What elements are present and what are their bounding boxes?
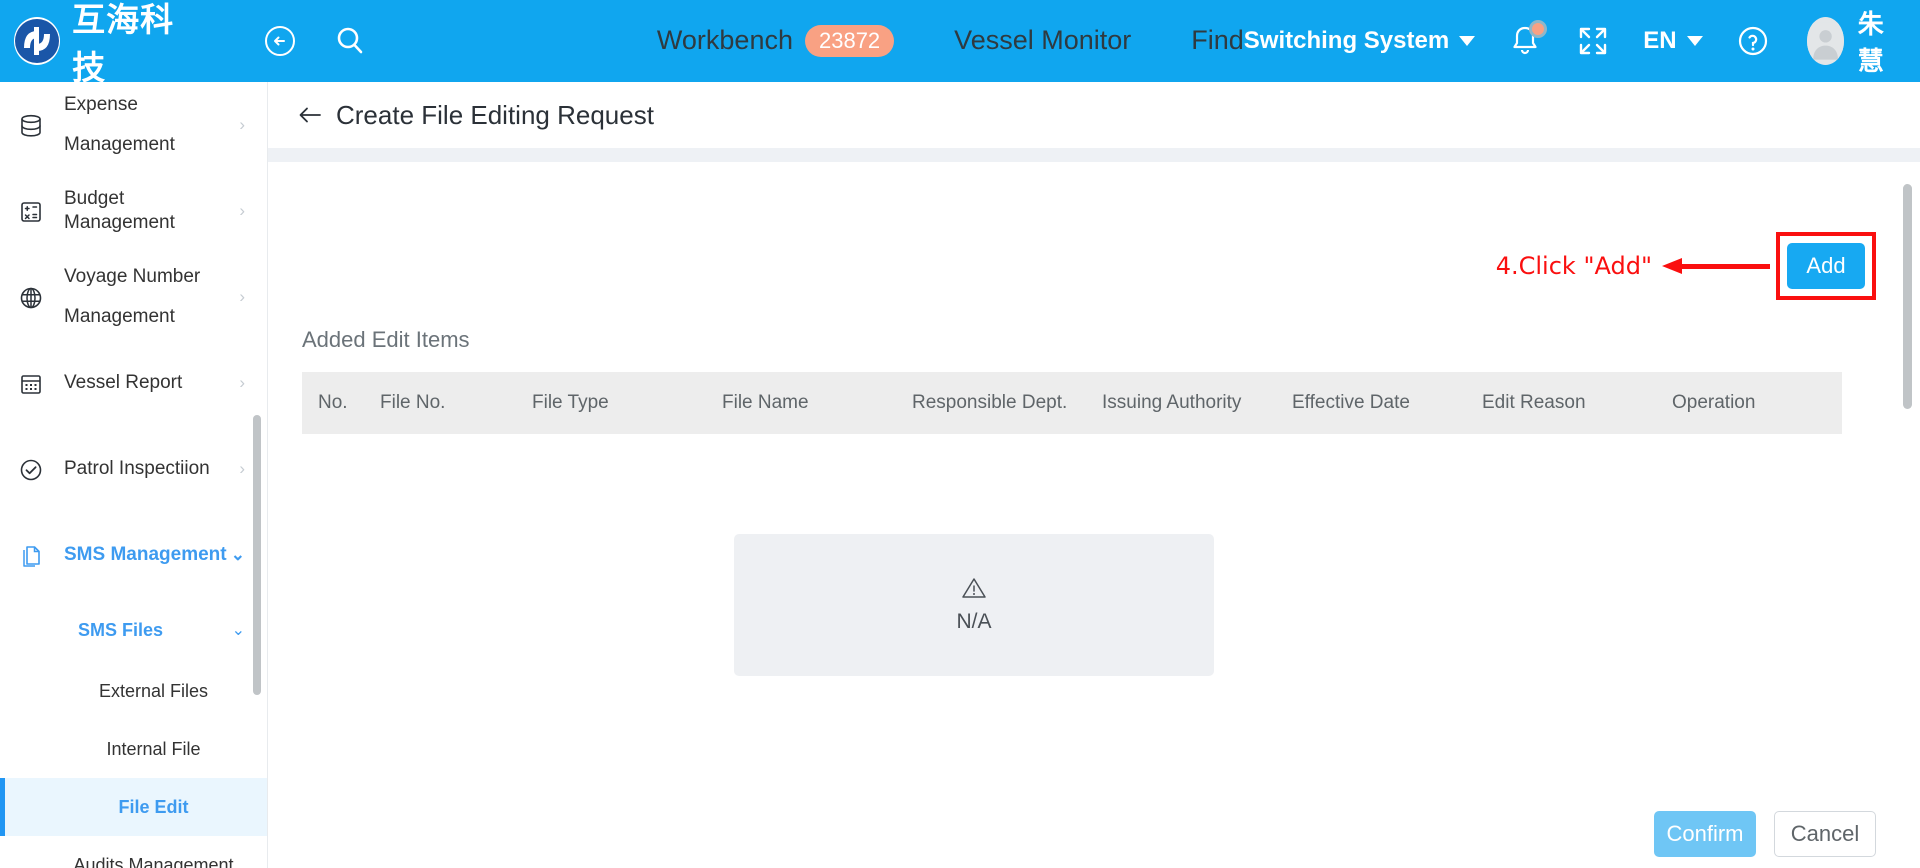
sidebar-subitem-label: Audits Management xyxy=(73,854,234,868)
top-navigation-bar: 互海科技 Workbench 23872 Vessel Monitor Find xyxy=(0,0,1920,86)
chevron-down-icon xyxy=(1459,36,1476,46)
sidebar-subitem-label: External Files xyxy=(98,680,209,701)
table-column-file-no: File No. xyxy=(380,392,446,413)
calculator-icon xyxy=(18,199,44,225)
sidebar-item-budget-management[interactable]: Budget Management › xyxy=(0,168,267,254)
table-column-file-type: File Type xyxy=(532,392,609,413)
huahai-logo-icon xyxy=(14,17,61,65)
chevron-down-icon xyxy=(1686,36,1703,46)
table-column-issuing-authority: Issuing Authority xyxy=(1102,392,1242,413)
confirm-button[interactable]: Confirm xyxy=(1654,811,1756,857)
arrow-left-icon[interactable] xyxy=(296,101,324,129)
sidebar-item-label: Patrol Inspectiion xyxy=(64,458,210,479)
sidebar-group-label: SMS Files xyxy=(78,619,164,640)
added-edit-items-table: No. File No. File Type File Name Respons… xyxy=(302,372,1842,865)
annotation-arrow-icon xyxy=(1662,258,1770,274)
table-column-no: No. xyxy=(318,392,348,413)
add-button[interactable]: Add xyxy=(1787,243,1865,289)
sidebar-item-external-files[interactable]: External Files xyxy=(0,662,267,720)
content-scrollbar-thumb[interactable] xyxy=(1903,184,1912,409)
form-card: 4.Click "Add" Add Added Edit Items No. F… xyxy=(268,162,1920,865)
table-header-row: No. File No. File Type File Name Respons… xyxy=(302,372,1842,434)
nav-vessel-monitor[interactable]: Vessel Monitor xyxy=(954,25,1131,56)
nav-workbench-label: Workbench xyxy=(656,25,793,56)
language-label: EN xyxy=(1643,27,1677,54)
sidebar-item-voyage-number-management[interactable]: Voyage Number Management › xyxy=(0,254,267,340)
table-column-operation: Operation xyxy=(1672,392,1756,413)
user-avatar-icon[interactable] xyxy=(1806,17,1844,65)
check-circle-icon xyxy=(18,457,44,483)
sidebar-item-sms-management[interactable]: SMS Management ⌄ xyxy=(0,512,267,598)
main-content-area: Create File Editing Request 4.Click "Add… xyxy=(268,82,1920,868)
chevron-down-icon: ⌄ xyxy=(230,545,245,564)
table-column-effective-date: Effective Date xyxy=(1292,392,1410,413)
notification-bell-icon[interactable] xyxy=(1509,20,1548,59)
table-column-edit-reason: Edit Reason xyxy=(1482,392,1586,413)
empty-state-text: N/A xyxy=(956,610,992,633)
nav-workbench[interactable]: Workbench 23872 xyxy=(656,24,895,58)
sidebar-scrollbar-thumb[interactable] xyxy=(253,415,261,695)
chevron-right-icon: › xyxy=(239,459,245,478)
chevron-right-icon: › xyxy=(239,287,245,306)
fullscreen-expand-icon[interactable] xyxy=(1577,25,1609,57)
notification-dot-badge xyxy=(1529,20,1548,38)
language-selector[interactable]: EN xyxy=(1643,27,1703,55)
table-column-file-name: File Name xyxy=(722,392,809,413)
globe-icon xyxy=(18,285,44,311)
sidebar-subitem-label: Internal File xyxy=(106,738,201,759)
table-column-responsible-dept: Responsible Dept. xyxy=(912,392,1068,413)
sidebar-subitem-label: File Edit xyxy=(118,796,189,817)
empty-state: N/A xyxy=(734,534,1214,676)
chevron-right-icon: › xyxy=(239,201,245,220)
switching-system-dropdown[interactable]: Switching System xyxy=(1243,27,1476,55)
sidebar-navigation: Expense Management › Budget Management › xyxy=(0,82,268,868)
workbench-count-badge: 23872 xyxy=(804,24,895,58)
annotation-label: 4.Click "Add" xyxy=(1495,252,1652,280)
page-header: Create File Editing Request xyxy=(268,82,1920,148)
brand-name: 互海科技 xyxy=(72,1,175,86)
app-root: 互海科技 Workbench 23872 Vessel Monitor Find xyxy=(0,0,1920,868)
documents-icon xyxy=(18,543,44,569)
add-button-highlight-box: Add xyxy=(1776,232,1876,300)
sidebar-item-label: SMS Management xyxy=(64,544,227,565)
sidebar-item-audits-management[interactable]: Audits Management xyxy=(0,836,267,868)
chevron-down-icon: ⌄ xyxy=(231,622,245,639)
search-icon[interactable] xyxy=(333,24,367,58)
add-action-row: 4.Click "Add" Add xyxy=(1496,232,1876,300)
sidebar-group-sms-files[interactable]: SMS Files ⌄ xyxy=(0,598,267,662)
help-circle-icon[interactable] xyxy=(1737,25,1769,57)
sidebar-item-label: Budget Management xyxy=(64,188,175,233)
user-name-label: 朱慧 xyxy=(1857,9,1884,76)
sidebar-item-label: Vessel Report xyxy=(64,372,183,393)
sidebar-item-internal-file[interactable]: Internal File xyxy=(0,720,267,778)
page-title: Create File Editing Request xyxy=(336,99,654,130)
chevron-right-icon: › xyxy=(239,115,245,134)
warning-triangle-icon xyxy=(961,576,987,600)
calendar-icon xyxy=(18,371,44,397)
sidebar-item-label: Expense Management xyxy=(64,94,175,155)
sidebar-item-vessel-report[interactable]: Vessel Report › xyxy=(0,340,267,426)
sidebar-item-label: Voyage Number Management xyxy=(64,266,201,327)
top-right-controls: Switching System EN 朱慧 xyxy=(1244,4,1898,78)
brand-logo[interactable]: 互海科技 xyxy=(14,0,203,89)
added-edit-items-label: Added Edit Items xyxy=(302,327,470,352)
back-circle-icon[interactable] xyxy=(263,24,297,58)
form-footer: Confirm Cancel xyxy=(268,800,1920,868)
sidebar-item-file-edit[interactable]: File Edit xyxy=(0,778,267,836)
database-icon xyxy=(18,113,44,139)
switching-system-label: Switching System xyxy=(1243,27,1450,54)
sidebar-item-patrol-inspection[interactable]: Patrol Inspectiion › xyxy=(0,426,267,512)
sidebar-item-expense-management[interactable]: Expense Management › xyxy=(0,82,267,168)
main-nav: Workbench 23872 Vessel Monitor Find xyxy=(656,24,1244,58)
nav-find[interactable]: Find xyxy=(1191,25,1244,56)
cancel-button[interactable]: Cancel xyxy=(1774,811,1876,857)
chevron-right-icon: › xyxy=(239,373,245,392)
